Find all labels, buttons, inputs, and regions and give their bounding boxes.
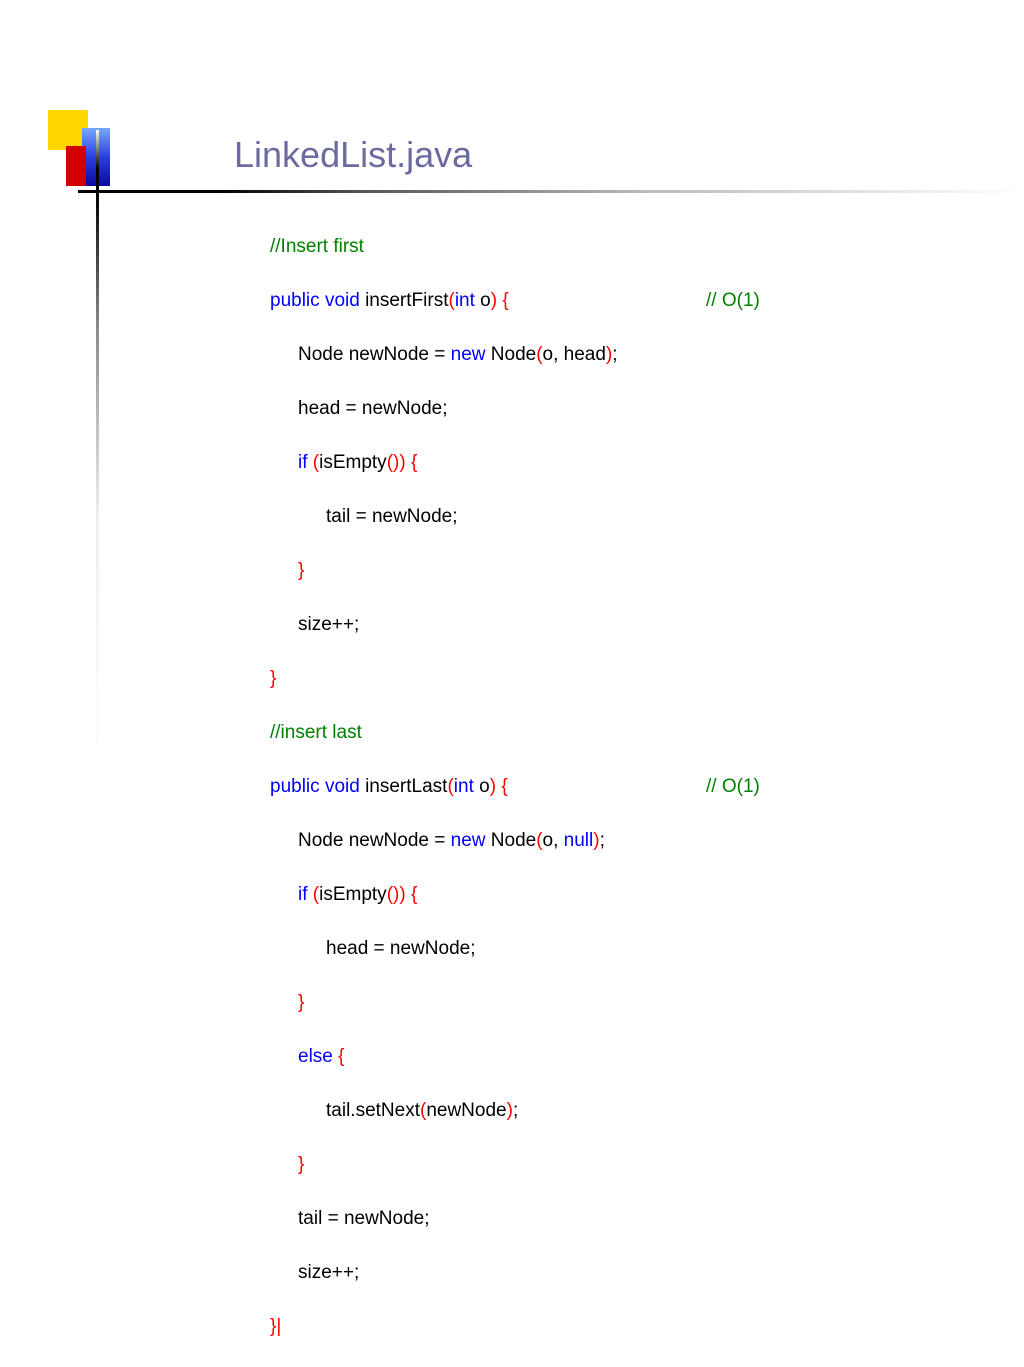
kw-int: int [455,290,475,311]
comment-insert-last: //insert last [270,722,362,743]
kw-null: null [564,830,594,851]
kw-public: public [270,290,320,311]
horizontal-rule [78,190,1024,193]
stmt-sizepp: size++; [298,614,359,635]
vertical-rule [96,130,99,770]
brace-close: } [270,668,276,689]
ctor-Node: Node [491,344,536,365]
call-tail: tail [326,1100,350,1121]
comment-insert-first: //Insert first [270,236,364,257]
brace-close: } [298,560,304,581]
method-insertFirst: insertFirst [365,290,448,311]
kw-if: if [298,452,308,473]
slide-title: LinkedList.java [234,134,472,176]
arg-head: head [564,344,606,365]
brace-open: { [502,290,508,311]
stmt-tail-assign: tail = newNode; [326,506,458,527]
paren-close: ) [491,290,503,311]
comment-o1-last: // O(1) [706,773,760,800]
stmt-head-assign2: head = newNode; [326,938,475,959]
slide-logo [48,110,128,190]
stmt-head-assign: head = newNode; [298,398,447,419]
kw-else: else [298,1046,333,1067]
method-insertLast: insertLast [365,776,447,797]
call-setNext: setNext [356,1100,420,1121]
kw-new: new [451,344,486,365]
comment-o1-first: // O(1) [706,287,760,314]
param-o: o [480,290,491,311]
brace-close-cursor: }| [270,1316,281,1337]
var-newNode: newNode [349,344,429,365]
kw-void: void [325,290,360,311]
code-block: //Insert first public void insertFirst(i… [270,206,618,1367]
logo-red-rect [66,146,86,186]
type-Node: Node [298,344,343,365]
call-isEmpty: isEmpty [319,452,387,473]
